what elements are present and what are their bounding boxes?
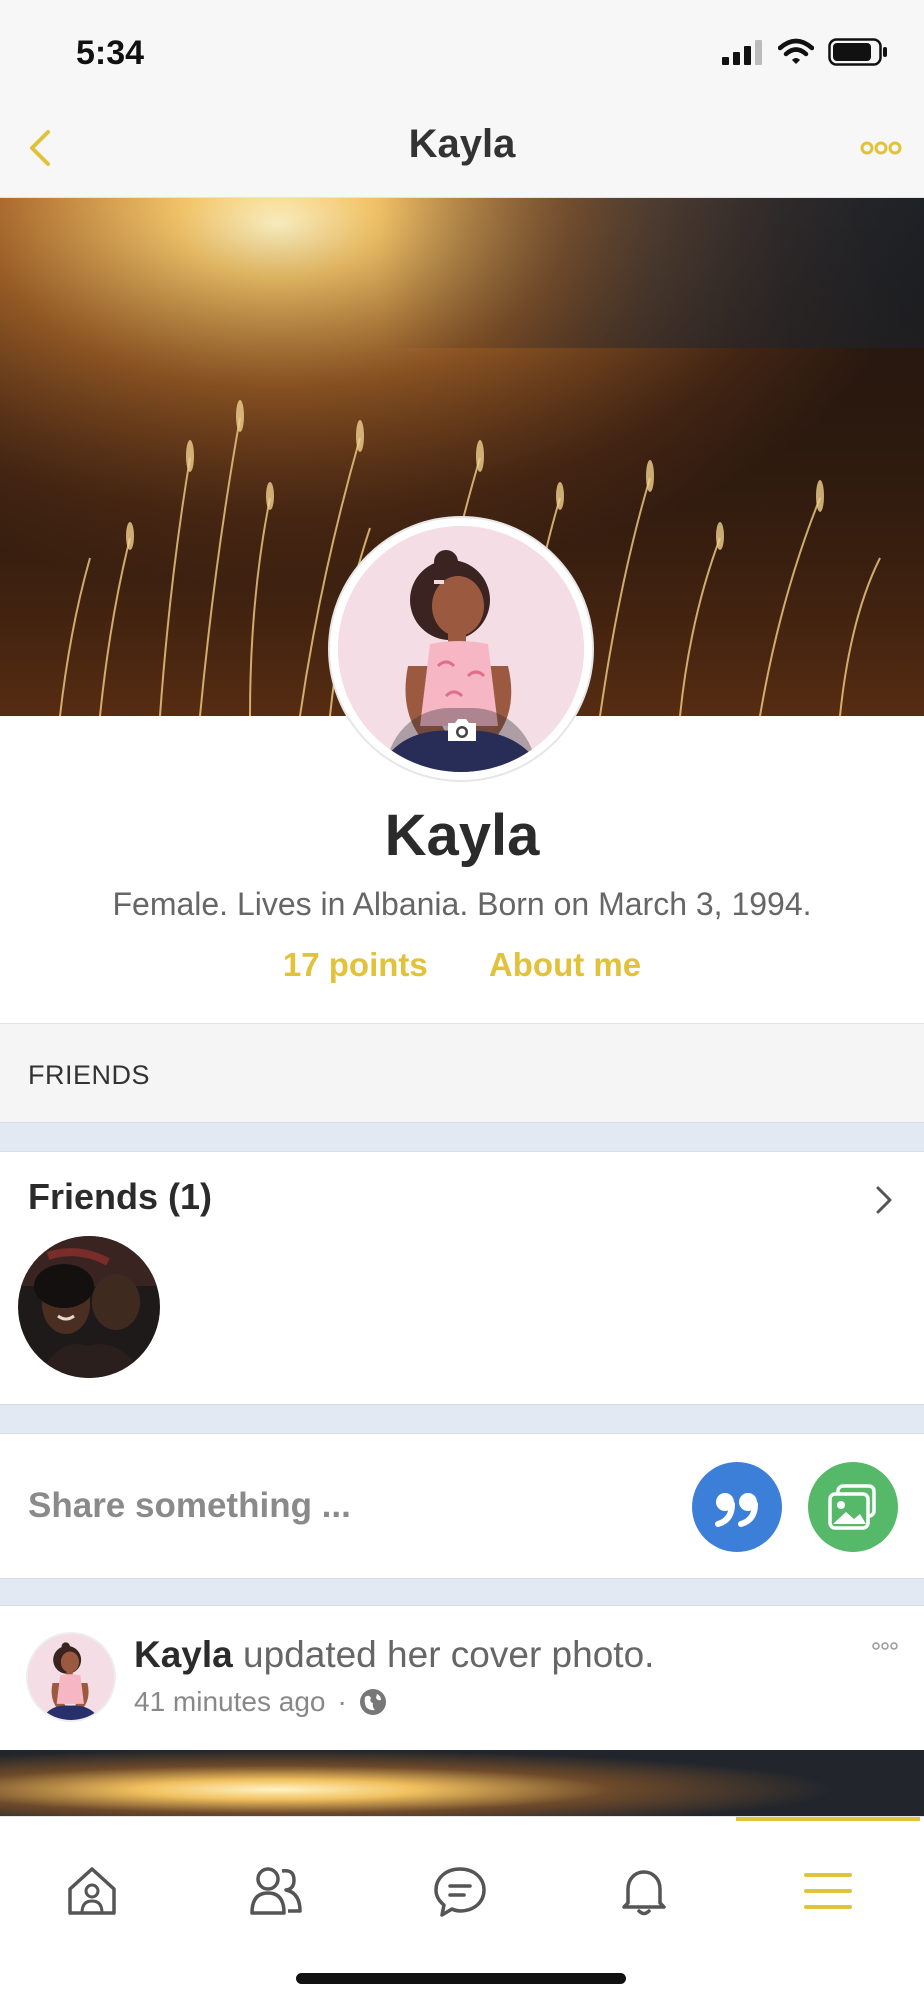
profile-links: 17 points About me [0,946,924,984]
more-options-icon[interactable] [860,138,902,158]
points-link[interactable]: 17 points [283,946,428,983]
divider [0,1122,924,1152]
post-timestamp[interactable]: 41 minutes ago [134,1686,325,1718]
post-action-text: updated her cover photo. [232,1634,655,1675]
nav-title: Kayla [408,122,516,166]
post-cover-image[interactable] [0,1750,924,1816]
status-icons [722,38,888,66]
post-meta: 41 minutes ago · [134,1686,387,1718]
chevron-right-icon[interactable] [874,1182,896,1218]
profile-avatar[interactable] [328,516,594,782]
section-header-label: FRIENDS [28,1060,151,1090]
divider [0,1404,924,1434]
public-globe-icon [359,1689,386,1715]
tab-messages[interactable] [368,1841,552,1941]
meta-separator: · [337,1686,347,1717]
home-indicator[interactable] [296,1973,626,1984]
profile-page: 5:34 Kayla Kayla Female. Lives in Albani… [0,0,924,2000]
status-time: 5:34 [76,34,145,72]
post-headline: Kayla updated her cover photo. [134,1634,654,1676]
post-options-icon[interactable] [872,1640,898,1652]
divider [0,1578,924,1606]
post-author-avatar[interactable] [26,1632,116,1722]
tab-friends[interactable] [184,1841,368,1941]
battery-icon [828,38,887,66]
avatar-illustration [338,526,584,772]
photo-post-button[interactable] [808,1462,898,1552]
feed-post: Kayla updated her cover photo. 41 minute… [0,1606,924,1750]
share-composer: Share something ... [0,1434,924,1578]
image-icon [828,1484,876,1530]
hamburger-menu-icon [804,1873,852,1909]
quote-icon [715,1493,758,1527]
friends-section-header: FRIENDS [0,1023,924,1123]
cellular-signal-icon [722,40,762,65]
about-me-link[interactable]: About me [489,946,641,983]
quote-post-button[interactable] [692,1462,782,1552]
home-icon [68,1867,116,1915]
wifi-icon [778,38,814,64]
chat-icon [434,1867,486,1917]
navigation-bar: Kayla [0,100,924,198]
tab-notifications[interactable] [552,1841,736,1941]
profile-bio: Female. Lives in Albania. Born on March … [112,886,812,922]
tab-home[interactable] [0,1841,184,1941]
people-icon [250,1867,302,1915]
post-author-name[interactable]: Kayla [134,1634,233,1675]
camera-icon[interactable] [445,716,479,744]
bell-icon [622,1870,666,1916]
friend-avatar[interactable] [18,1236,160,1378]
friends-card: Friends (1) [0,1152,924,1404]
status-bar: 5:34 [0,0,924,100]
profile-name: Kayla [384,803,540,868]
share-input[interactable]: Share something ... [28,1486,351,1526]
tab-menu[interactable] [736,1817,920,1941]
friends-title[interactable]: Friends (1) [28,1176,212,1218]
